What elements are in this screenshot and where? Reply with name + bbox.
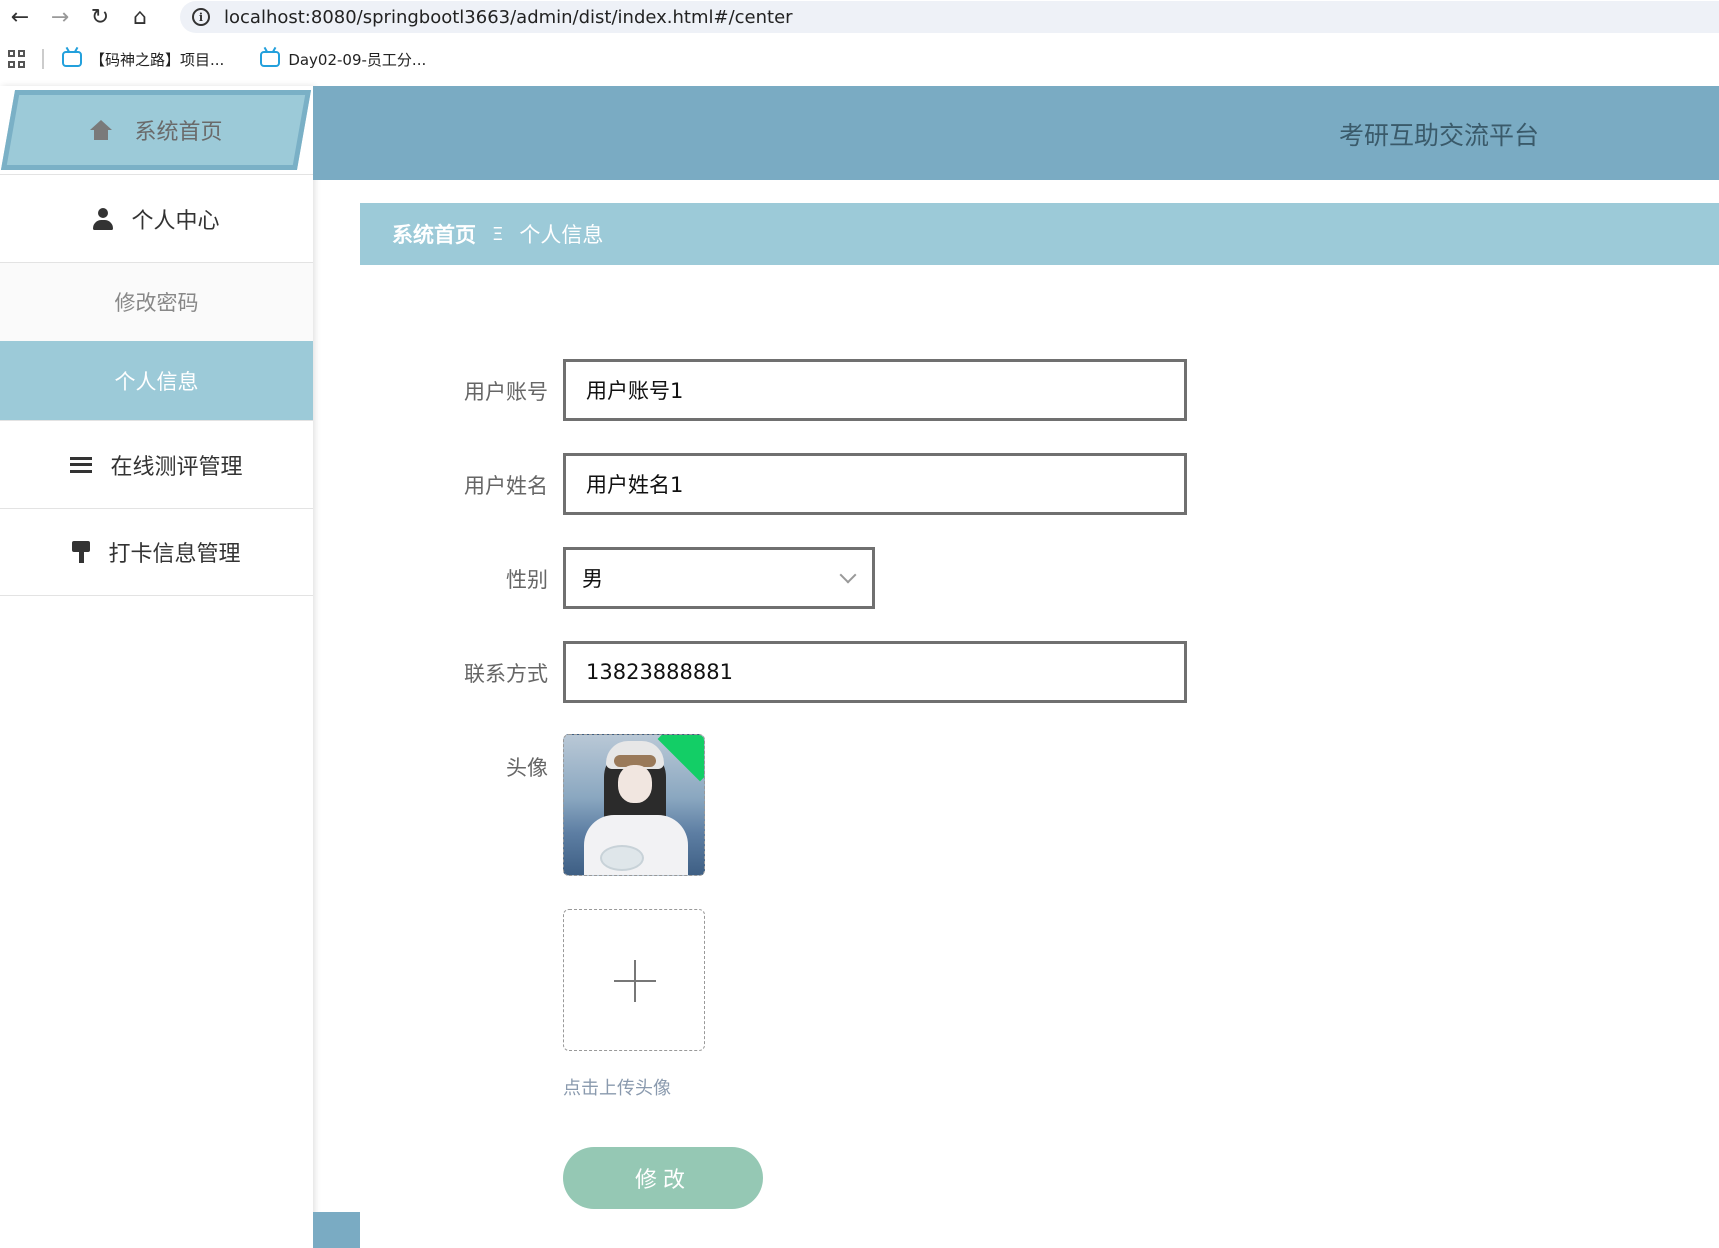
- url-text[interactable]: localhost:8080/springbootl3663/admin/dis…: [224, 7, 793, 28]
- sidebar-item-checkin[interactable]: 打卡信息管理: [0, 508, 313, 596]
- submit-button[interactable]: 修改: [563, 1147, 763, 1209]
- sidebar-item-label: 系统首页: [134, 120, 223, 145]
- bookmarks-separator: [42, 49, 44, 69]
- gender-label: 性别: [506, 568, 548, 592]
- brush-icon: [72, 541, 91, 563]
- top-header: 考研互助交流平台: [313, 86, 1719, 180]
- sidebar-item-label: 个人中心: [131, 208, 220, 234]
- footer-strip: [313, 1212, 360, 1248]
- sidebar: 系统首页 个人中心 修改密码 个人信息 在线测评管理 打卡信息管理: [0, 86, 313, 1248]
- sidebar-item-label: 在线测评管理: [110, 454, 243, 480]
- forward-arrow-icon[interactable]: →: [40, 0, 80, 34]
- phone-label: 联系方式: [464, 662, 548, 686]
- bookmark-item[interactable]: 【码神之路】项目...: [62, 49, 224, 70]
- sidebar-item-label: 打卡信息管理: [108, 542, 241, 567]
- breadcrumb: 系统首页 Ξ 个人信息: [360, 203, 1719, 265]
- gender-select[interactable]: 男: [563, 547, 875, 609]
- sidebar-item-personal-center[interactable]: 个人中心: [0, 174, 313, 262]
- account-label: 用户账号: [464, 380, 548, 404]
- sidebar-item-label: 个人信息: [114, 369, 199, 394]
- bookmark-label: Day02-09-员工分...: [288, 50, 427, 69]
- sidebar-item-label: 修改密码: [114, 291, 199, 315]
- gender-value: 男: [582, 567, 603, 591]
- breadcrumb-separator-icon: Ξ: [492, 223, 504, 245]
- name-label: 用户姓名: [464, 474, 548, 498]
- apps-grid-icon[interactable]: [8, 50, 26, 68]
- list-icon: [70, 456, 93, 473]
- person-icon: [93, 207, 114, 230]
- sidebar-subitem-change-password[interactable]: 修改密码: [0, 262, 313, 341]
- account-input[interactable]: 用户账号1: [563, 359, 1187, 421]
- chevron-down-icon: [839, 566, 857, 584]
- sidebar-item-home[interactable]: 系统首页: [0, 86, 313, 174]
- back-arrow-icon[interactable]: ←: [0, 0, 40, 34]
- platform-title: 考研互助交流平台: [1338, 121, 1539, 150]
- bookmarks-bar: 【码神之路】项目... Day02-09-员工分...: [0, 34, 1719, 84]
- reload-icon[interactable]: ↻: [80, 0, 120, 34]
- house-icon: [90, 120, 113, 140]
- upload-tip: 点击上传头像: [563, 1078, 671, 1099]
- breadcrumb-current: 个人信息: [519, 223, 604, 247]
- avatar-image[interactable]: [563, 734, 705, 876]
- avatar-label: 头像: [506, 756, 548, 780]
- site-info-icon[interactable]: i: [192, 8, 210, 26]
- name-input[interactable]: 用户姓名1: [563, 453, 1187, 515]
- sidebar-subitem-personal-info[interactable]: 个人信息: [0, 341, 313, 420]
- home-icon[interactable]: ⌂: [120, 0, 160, 34]
- breadcrumb-home[interactable]: 系统首页: [392, 219, 476, 249]
- sidebar-item-online-assessment[interactable]: 在线测评管理: [0, 420, 313, 508]
- avatar-upload-button[interactable]: [563, 909, 705, 1051]
- address-bar[interactable]: i localhost:8080/springbootl3663/admin/d…: [180, 1, 1719, 33]
- bookmark-label: 【码神之路】项目...: [90, 50, 225, 69]
- phone-input[interactable]: 13823888881: [563, 641, 1187, 703]
- plus-icon: [614, 960, 656, 1002]
- bilibili-tv-icon: [260, 51, 281, 67]
- bilibili-tv-icon: [62, 51, 82, 67]
- bookmark-item[interactable]: Day02-09-员工分...: [260, 49, 426, 70]
- browser-toolbar: ← → ↻ ⌂ i localhost:8080/springbootl3663…: [0, 0, 1719, 34]
